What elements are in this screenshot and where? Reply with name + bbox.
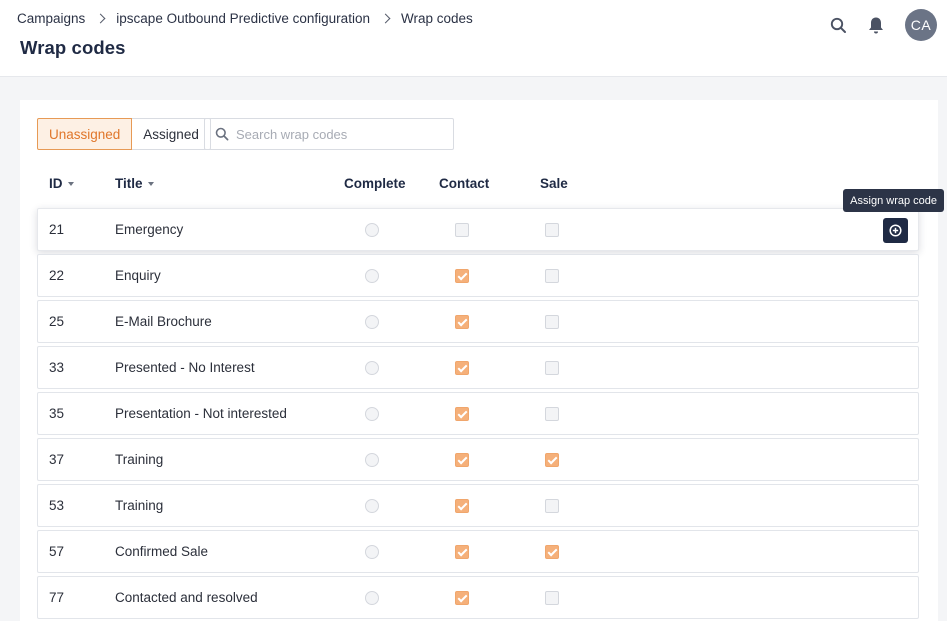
- complete-radio: [365, 361, 379, 375]
- contact-checkbox: [455, 407, 469, 421]
- sort-down-icon: [147, 181, 154, 186]
- search-icon: [215, 127, 229, 141]
- sale-checkbox: [545, 591, 559, 605]
- avatar[interactable]: CA: [905, 9, 937, 41]
- search-input[interactable]: [236, 126, 436, 142]
- top-bar: Campaigns ipscape Outbound Predictive co…: [0, 0, 947, 77]
- row-title: Training: [115, 452, 164, 467]
- complete-radio: [365, 453, 379, 467]
- row-title: Presented - No Interest: [115, 360, 255, 375]
- row-id: 57: [49, 544, 65, 559]
- assign-wrap-code-button[interactable]: [883, 218, 908, 243]
- contact-checkbox: [455, 453, 469, 467]
- table-row[interactable]: 33 Presented - No Interest: [37, 346, 919, 389]
- contact-checkbox: [455, 269, 469, 283]
- column-id-label: ID: [49, 176, 63, 191]
- row-title: Emergency: [115, 222, 184, 237]
- sale-checkbox: [545, 269, 559, 283]
- contact-checkbox: [455, 361, 469, 375]
- sale-checkbox: [545, 407, 559, 421]
- tab-assigned[interactable]: Assigned: [132, 118, 211, 150]
- complete-radio: [365, 591, 379, 605]
- plus-circle-icon: [889, 224, 902, 237]
- table-row[interactable]: 25 E-Mail Brochure: [37, 300, 919, 343]
- chevron-right-icon: [95, 13, 106, 24]
- complete-radio: [365, 407, 379, 421]
- wrap-codes-panel: Unassigned Assigned ID Title Complete Co…: [20, 100, 938, 621]
- row-id: 37: [49, 452, 65, 467]
- breadcrumb: Campaigns ipscape Outbound Predictive co…: [17, 11, 473, 26]
- wrap-code-list: 21 Emergency 22 Enquiry 25 E-Mail Brochure 33 P…: [37, 208, 919, 621]
- tab-unassigned[interactable]: Unassigned: [37, 118, 133, 150]
- row-title: Training: [115, 498, 164, 513]
- sale-checkbox: [545, 545, 559, 559]
- assignment-filter: Unassigned Assigned: [37, 118, 211, 150]
- row-id: 35: [49, 406, 65, 421]
- table-row[interactable]: 37 Training: [37, 438, 919, 481]
- sort-down-icon: [67, 181, 74, 186]
- contact-checkbox: [455, 223, 469, 237]
- row-id: 22: [49, 268, 65, 283]
- row-title: Contacted and resolved: [115, 590, 258, 605]
- row-title: Enquiry: [115, 268, 161, 283]
- breadcrumb-campaign[interactable]: ipscape Outbound Predictive configuratio…: [116, 11, 370, 26]
- row-id: 25: [49, 314, 65, 329]
- breadcrumb-campaigns[interactable]: Campaigns: [17, 11, 85, 26]
- column-id[interactable]: ID: [49, 176, 74, 191]
- breadcrumb-current: Wrap codes: [400, 11, 473, 26]
- bell-icon[interactable]: [861, 10, 891, 40]
- contact-checkbox: [455, 545, 469, 559]
- table-header: ID Title Complete Contact Sale: [37, 174, 919, 194]
- sale-checkbox: [545, 315, 559, 329]
- row-id: 33: [49, 360, 65, 375]
- column-title[interactable]: Title: [115, 176, 154, 191]
- sale-checkbox: [545, 453, 559, 467]
- complete-radio: [365, 545, 379, 559]
- search-icon[interactable]: [823, 10, 853, 40]
- complete-radio: [365, 223, 379, 237]
- table-row[interactable]: 22 Enquiry: [37, 254, 919, 297]
- table-row[interactable]: 77 Contacted and resolved: [37, 576, 919, 619]
- sale-checkbox: [545, 361, 559, 375]
- table-row[interactable]: 35 Presentation - Not interested: [37, 392, 919, 435]
- complete-radio: [365, 499, 379, 513]
- complete-radio: [365, 315, 379, 329]
- sale-checkbox: [545, 499, 559, 513]
- contact-checkbox: [455, 499, 469, 513]
- row-title: Presentation - Not interested: [115, 406, 287, 421]
- column-sale: Sale: [540, 176, 568, 191]
- table-row[interactable]: 21 Emergency: [37, 208, 919, 251]
- row-title: Confirmed Sale: [115, 544, 209, 559]
- column-title-label: Title: [115, 176, 143, 191]
- table-row[interactable]: 53 Training: [37, 484, 919, 527]
- column-contact: Contact: [439, 176, 490, 191]
- column-complete: Complete: [344, 176, 406, 191]
- row-id: 53: [49, 498, 65, 513]
- row-id: 21: [49, 222, 65, 237]
- row-id: 77: [49, 590, 65, 605]
- table-row[interactable]: 57 Confirmed Sale: [37, 530, 919, 573]
- contact-checkbox: [455, 315, 469, 329]
- header-actions: CA: [823, 9, 937, 41]
- complete-radio: [365, 269, 379, 283]
- contact-checkbox: [455, 591, 469, 605]
- search-box: [204, 118, 454, 150]
- sale-checkbox: [545, 223, 559, 237]
- assign-tooltip: Assign wrap code: [843, 189, 944, 212]
- chevron-right-icon: [380, 13, 391, 24]
- page-title: Wrap codes: [20, 37, 126, 58]
- row-title: E-Mail Brochure: [115, 314, 212, 329]
